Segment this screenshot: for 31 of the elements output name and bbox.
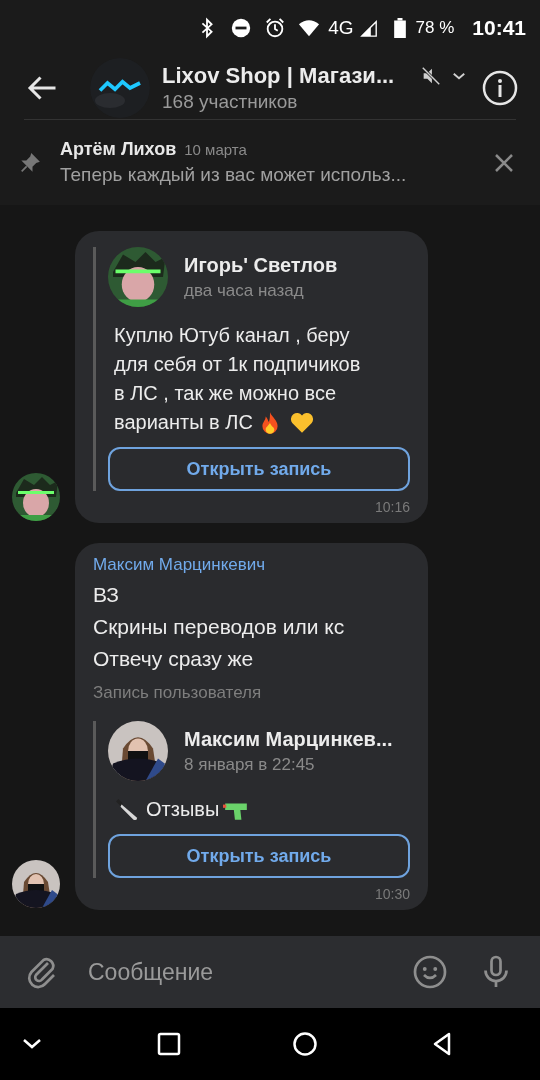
battery-icon <box>393 17 406 38</box>
alarm-icon <box>264 16 287 39</box>
battery-percent: 78 % <box>415 17 455 38</box>
network-type: 4G <box>328 16 354 39</box>
post-author[interactable]: Игорь' Светлов <box>184 253 338 277</box>
open-post-button[interactable]: Открыть запись <box>108 447 410 491</box>
pinned-message[interactable]: Теперь каждый из вас может использ... <box>60 164 492 186</box>
post-author[interactable]: Максим Марцинкев... <box>184 727 393 751</box>
recents-button[interactable] <box>156 1032 181 1056</box>
message-time: 10:30 <box>374 886 410 902</box>
clock: 10:41 <box>472 15 526 40</box>
sender-name[interactable]: Максим Марцинкевич <box>93 555 410 575</box>
signal-icon <box>359 18 378 37</box>
post-date: два часа назад <box>184 280 305 301</box>
smiley-icon[interactable] <box>412 954 448 990</box>
pinned-date: 10 марта <box>184 141 247 158</box>
pinned-author: Артём Лихов <box>60 139 177 160</box>
repost-label: Запись пользователя <box>93 683 263 703</box>
do-not-disturb-icon <box>230 16 253 39</box>
open-post-button[interactable]: Открыть запись <box>108 834 410 878</box>
member-count: 168 участников <box>162 90 299 113</box>
message-text: ВЗ Скрины переводов или кс Отвечу сразу же <box>93 582 346 672</box>
knife-icon <box>114 796 140 823</box>
post-date: 8 января в 22:45 <box>184 754 316 775</box>
info-button[interactable] <box>482 69 518 106</box>
post-text: Отзывы <box>146 797 220 822</box>
home-button[interactable] <box>293 1032 318 1056</box>
chat-title[interactable]: Lixov Shop | Магази... <box>162 62 395 89</box>
message-time: 10:16 <box>374 499 410 515</box>
pin-icon <box>20 152 40 173</box>
post-text: варианты в ЛС <box>114 410 253 435</box>
